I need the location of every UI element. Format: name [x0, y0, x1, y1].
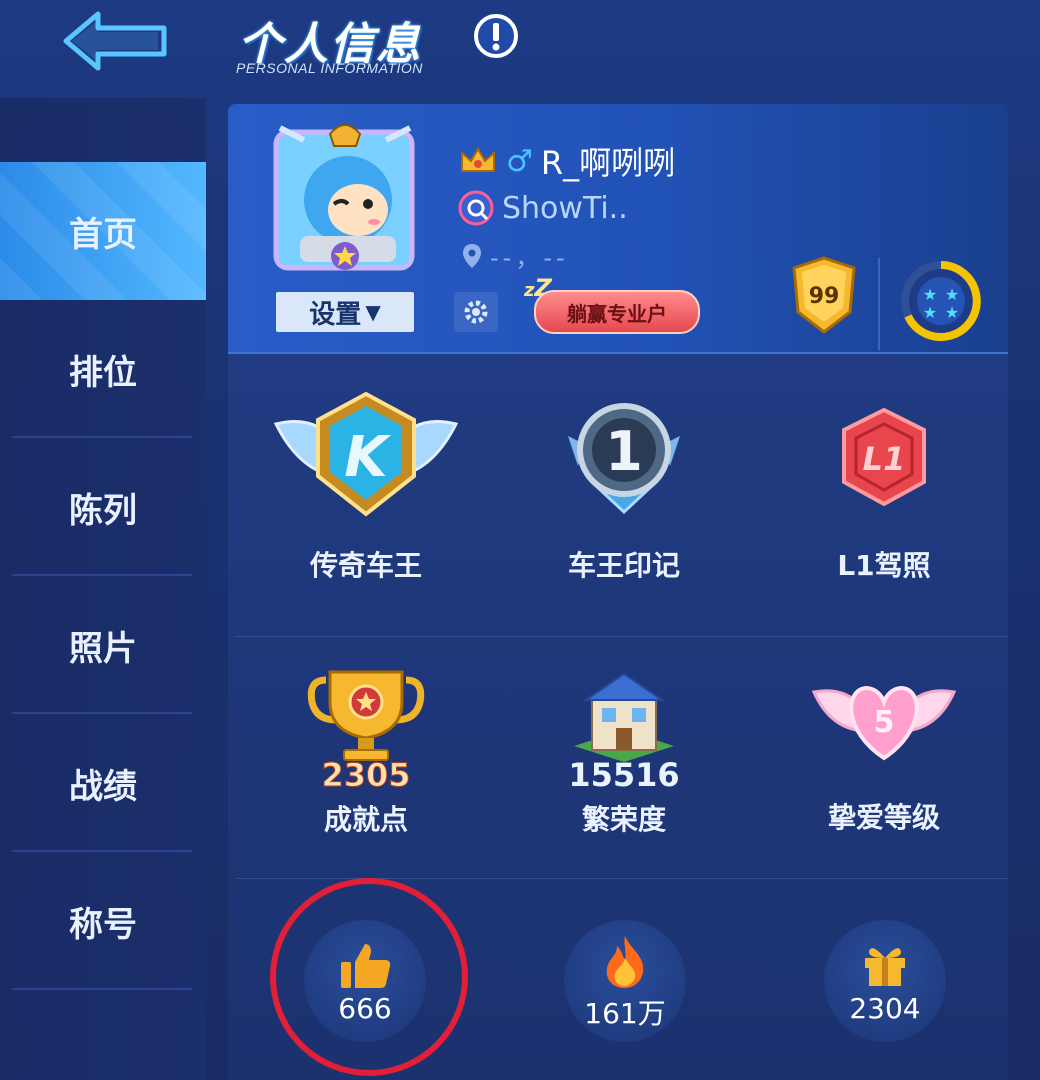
title-tag-label: 躺赢专业户: [567, 301, 667, 326]
sidebar-item-label: 首页: [69, 214, 137, 255]
sidebar-item-label: 陈列: [69, 490, 137, 531]
achievement-label: L1驾照: [837, 549, 931, 582]
achievement-points-value: 2305: [321, 756, 411, 795]
svg-text:★: ★: [945, 303, 959, 322]
l1-badge-text: L1: [863, 440, 906, 478]
sidebar-item-label: 称号: [69, 904, 137, 945]
popularity-value: 161万: [584, 997, 666, 1030]
sidebar-item-display[interactable]: 陈列: [0, 438, 206, 576]
crown-icon: [461, 147, 495, 172]
achievement-legend-king[interactable]: K 传奇车王: [246, 384, 486, 584]
rank-stars-icon[interactable]: ★ ★ ★ ★: [898, 258, 984, 344]
trophy-icon: [307, 670, 425, 761]
achievement-label: 车王印记: [567, 549, 680, 582]
stat-love-level[interactable]: 5 挚爱等级: [764, 666, 1004, 836]
sidebar: 首页 排位 陈列 照片 战绩 称号: [0, 98, 206, 1080]
sidebar-item-label: 照片: [69, 628, 137, 669]
svg-text:★: ★: [923, 285, 937, 304]
king-mark-badge-icon: 1: [568, 403, 680, 515]
sidebar-item-label: 排位: [69, 352, 137, 393]
svg-text:★: ★: [945, 285, 959, 304]
sidebar-item-photos[interactable]: 照片: [0, 576, 206, 714]
gear-icon: [464, 300, 488, 324]
winged-heart-icon: 5: [811, 685, 957, 761]
achievement-label: 传奇车王: [309, 549, 422, 582]
level-value: 99: [808, 284, 840, 309]
divider: [12, 988, 192, 990]
location-pin-icon: [463, 243, 481, 268]
settings-dropdown-button[interactable]: 设置 ▼: [276, 292, 414, 332]
stat-label: 挚爱等级: [827, 801, 940, 834]
l1-license-icon: L1: [842, 407, 926, 507]
achievement-king-mark[interactable]: 1 车王印记: [504, 384, 744, 584]
name-row: ♂ R_啊咧咧: [458, 138, 675, 184]
location-text: --，--: [490, 244, 569, 272]
gifts-counter[interactable]: 2304: [824, 920, 946, 1042]
title-tag-badge[interactable]: 躺赢专业户: [534, 290, 700, 334]
showti-logo-icon: [458, 190, 494, 226]
popularity-counter[interactable]: 161万: [564, 920, 686, 1042]
exclamation-icon[interactable]: [472, 12, 520, 60]
sidebar-item-title[interactable]: 称号: [0, 852, 206, 990]
legend-king-badge-icon: K: [273, 391, 459, 517]
username: R_啊咧咧: [540, 144, 676, 182]
divider: [878, 258, 880, 350]
showti-name: ShowTi..: [502, 190, 628, 226]
sidebar-item-rank[interactable]: 排位: [0, 300, 206, 438]
prosperity-value: 15516: [568, 756, 680, 794]
showti-row[interactable]: ShowTi..: [456, 188, 628, 228]
sidebar-item-label: 战绩: [69, 766, 137, 807]
back-arrow-icon[interactable]: [60, 10, 170, 72]
flame-icon: [606, 936, 644, 988]
gift-icon: [865, 948, 905, 986]
highlight-circle: [270, 878, 468, 1076]
sidebar-item-home[interactable]: 首页: [0, 162, 206, 300]
love-level-value: 5: [874, 705, 895, 740]
svg-text:K: K: [344, 425, 391, 490]
svg-text:★: ★: [923, 303, 937, 322]
stat-achievement-points[interactable]: 2305 成就点: [246, 666, 486, 838]
row-divider: [236, 636, 1008, 637]
sidebar-item-record[interactable]: 战绩: [0, 714, 206, 852]
stat-label: 成就点: [323, 803, 408, 836]
location-row: --，--: [462, 238, 569, 273]
svg-text:1: 1: [605, 420, 643, 483]
achievement-l1-license[interactable]: L1 L1驾照: [764, 384, 1004, 584]
stat-prosperity[interactable]: 15516 繁荣度: [504, 666, 744, 838]
gear-button[interactable]: [454, 292, 498, 332]
gifts-value: 2304: [849, 992, 921, 1025]
stat-label: 繁荣度: [581, 803, 666, 836]
caret-down-icon: ▼: [365, 300, 381, 324]
settings-label: 设置: [309, 299, 362, 330]
page-subtitle: PERSONAL INFORMATION: [236, 60, 423, 76]
male-gender-icon: ♂: [506, 143, 533, 179]
avatar[interactable]: [270, 118, 420, 276]
house-icon: [574, 672, 674, 762]
